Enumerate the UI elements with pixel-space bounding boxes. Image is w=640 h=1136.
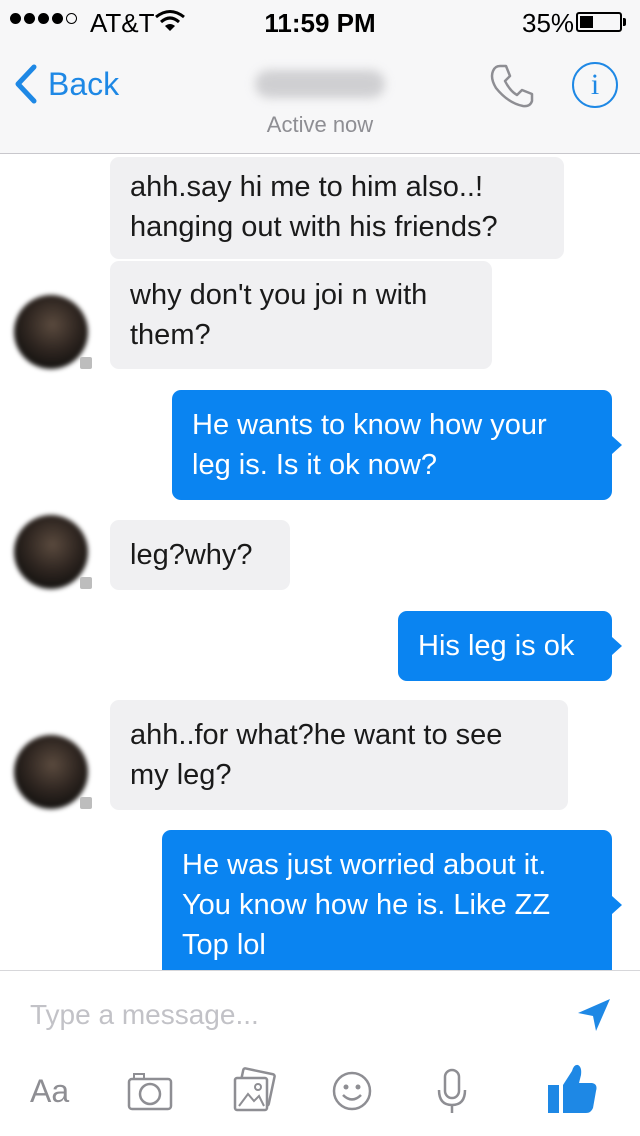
messenger-badge-icon [80, 357, 92, 369]
message-composer: Aa [0, 970, 640, 1136]
contact-avatar[interactable] [14, 291, 98, 375]
contact-avatar[interactable] [14, 511, 98, 595]
message-bubble-incoming[interactable]: why don't you joi n with them? [110, 261, 492, 369]
message-bubble-outgoing[interactable]: He wants to know how your leg is. Is it … [172, 390, 622, 500]
info-icon[interactable]: i [572, 62, 618, 108]
battery-icon [576, 12, 622, 32]
text-format-button[interactable]: Aa [30, 1067, 86, 1115]
thumbs-up-icon[interactable] [544, 1061, 600, 1117]
message-thread[interactable]: ahh.say hi me to him also..! hanging out… [0, 155, 640, 970]
messenger-badge-icon [80, 577, 92, 589]
photo-gallery-icon[interactable] [230, 1067, 278, 1115]
microphone-icon[interactable] [428, 1067, 476, 1115]
avatar-image [14, 515, 88, 589]
message-bubble-outgoing[interactable]: He was just worried about it. You know h… [162, 830, 622, 970]
emoji-icon[interactable] [328, 1067, 376, 1115]
back-chevron-icon [15, 64, 37, 104]
messenger-badge-icon [80, 797, 92, 809]
conversation-header: Back Active now i [0, 40, 640, 154]
camera-icon[interactable] [126, 1067, 174, 1115]
status-bar: AT&T 11:59 PM 35% [0, 0, 640, 40]
message-bubble-incoming[interactable]: ahh..for what?he want to see my leg? [110, 700, 568, 810]
composer-toolbar: Aa [0, 1061, 640, 1121]
back-label: Back [48, 65, 120, 102]
avatar-image [14, 295, 88, 369]
phone-icon[interactable] [486, 60, 538, 112]
message-bubble-incoming[interactable]: ahh.say hi me to him also..! hanging out… [110, 157, 564, 259]
battery-percentage: 35% [522, 8, 575, 38]
contact-avatar[interactable] [14, 731, 98, 815]
message-input[interactable] [30, 993, 550, 1037]
message-bubble-outgoing[interactable]: His leg is ok [398, 611, 622, 681]
message-bubble-incoming[interactable]: leg?why? [110, 520, 290, 590]
send-icon[interactable] [574, 995, 614, 1035]
active-status: Active now [266, 112, 374, 137]
back-button[interactable]: Back [14, 60, 119, 108]
avatar-image [14, 735, 88, 809]
contact-name-redacted[interactable] [255, 70, 385, 98]
battery-nub [623, 18, 626, 26]
